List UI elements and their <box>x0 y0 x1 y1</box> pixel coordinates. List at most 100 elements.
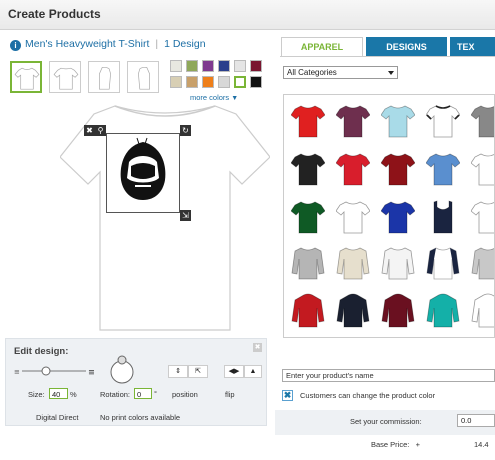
shirt-thumbnail <box>470 201 494 234</box>
product-name-field[interactable]: Enter your product's name <box>282 369 495 382</box>
shirt-thumbnail <box>471 293 494 328</box>
product-info-row: i Men's Heavyweight T-Shirt | 1 Design <box>10 38 206 52</box>
shirt-thumbnail <box>336 247 370 280</box>
size-input[interactable]: 40 <box>49 388 68 399</box>
resize-handle-icon[interactable]: ⇲ <box>180 210 191 221</box>
astronaut-helmet-graphic <box>120 137 166 200</box>
catalog-item[interactable] <box>426 293 460 329</box>
commission-input[interactable]: 0.0 <box>457 414 495 427</box>
shirt-thumbnail <box>290 153 326 186</box>
delete-design-icon[interactable]: ✖ <box>84 125 95 136</box>
catalog-item[interactable] <box>335 103 371 139</box>
color-swatch[interactable] <box>218 60 230 72</box>
position-center-icon[interactable]: ⇕ <box>168 365 188 378</box>
shirt-thumbnail <box>335 201 371 234</box>
color-swatch[interactable] <box>218 76 230 88</box>
zoom-icon[interactable]: ⚲ <box>95 125 106 136</box>
catalog-item[interactable] <box>380 199 416 235</box>
shirt-thumbnail <box>380 153 416 186</box>
position-label: position <box>172 390 198 399</box>
design-count-link[interactable]: 1 Design <box>164 38 205 50</box>
catalog-item[interactable] <box>470 151 494 187</box>
customers-change-color-checkbox[interactable]: ✖ <box>282 390 293 401</box>
catalog-item[interactable] <box>290 103 326 139</box>
commission-label: Set your commission: <box>350 417 422 426</box>
shirt-thumbnail <box>380 201 416 234</box>
catalog-item[interactable] <box>291 245 325 281</box>
catalog-item[interactable] <box>470 103 494 139</box>
product-name-link[interactable]: Men's Heavyweight T-Shirt <box>25 38 149 50</box>
color-swatch[interactable] <box>170 76 182 88</box>
catalog-item[interactable] <box>290 199 326 235</box>
rotation-dial[interactable] <box>107 354 137 384</box>
print-method: Digital Direct <box>36 413 79 422</box>
color-swatch[interactable] <box>186 60 198 72</box>
shirt-thumbnail <box>433 200 453 234</box>
shirt-thumbnail <box>291 247 325 280</box>
catalog-item[interactable] <box>471 245 494 281</box>
product-catalog-grid[interactable] <box>283 94 495 338</box>
color-swatch[interactable] <box>202 60 214 72</box>
svg-text:≡: ≡ <box>14 368 20 376</box>
shirt-thumbnail <box>470 105 494 138</box>
catalog-item[interactable] <box>290 151 326 187</box>
color-swatch[interactable] <box>234 76 246 88</box>
customers-change-color-label: Customers can change the product color <box>300 391 436 400</box>
shirt-thumbnail <box>425 105 461 138</box>
catalog-item[interactable] <box>380 151 416 187</box>
shirt-thumbnail <box>335 153 371 186</box>
position-corner-icon[interactable]: ⇱ <box>188 365 208 378</box>
view-thumb-right[interactable] <box>127 61 159 93</box>
catalog-item[interactable] <box>336 293 370 329</box>
color-swatch[interactable] <box>186 76 198 88</box>
design-artwork[interactable] <box>109 136 177 210</box>
color-swatch[interactable] <box>202 76 214 88</box>
catalog-item[interactable] <box>335 199 371 235</box>
color-swatch[interactable] <box>234 60 246 72</box>
shirt-thumbnail <box>291 293 325 328</box>
close-icon[interactable]: ✖ <box>253 343 262 352</box>
flip-vertical-icon[interactable]: ▲ <box>244 365 262 378</box>
flip-label: flip <box>225 390 235 399</box>
view-thumb-back[interactable] <box>49 61 81 93</box>
svg-text:≡: ≡ <box>88 368 94 376</box>
print-colors-note: No print colors available <box>100 413 181 422</box>
shirt-thumbnail <box>426 247 460 280</box>
shirt-thumbnail <box>290 105 326 138</box>
shirt-thumbnail <box>380 105 416 138</box>
color-swatch[interactable] <box>250 76 262 88</box>
color-swatch[interactable] <box>170 60 182 72</box>
catalog-item[interactable] <box>380 103 416 139</box>
view-thumb-front[interactable] <box>10 61 42 93</box>
catalog-item[interactable] <box>425 103 461 139</box>
base-price-label: Base Price: + <box>371 440 421 449</box>
catalog-item[interactable] <box>291 293 325 329</box>
edit-design-title: Edit design: <box>14 346 69 357</box>
tab-designs[interactable]: DESIGNS <box>366 37 447 56</box>
flip-horizontal-icon[interactable]: ◀▶ <box>224 365 244 378</box>
tab-apparel[interactable]: APPAREL <box>281 37 363 57</box>
shirt-thumbnail <box>425 153 461 186</box>
shirt-thumbnail <box>381 247 415 280</box>
catalog-item[interactable] <box>470 199 494 235</box>
page-title: Create Products <box>8 7 101 21</box>
tab-divider <box>280 56 495 57</box>
catalog-item[interactable] <box>381 245 415 281</box>
info-icon[interactable]: i <box>10 40 21 51</box>
tab-text[interactable]: TEX <box>450 37 495 56</box>
separator: | <box>155 38 159 50</box>
catalog-item[interactable] <box>471 293 494 329</box>
catalog-item[interactable] <box>336 245 370 281</box>
catalog-item[interactable] <box>426 199 460 235</box>
view-thumb-left[interactable] <box>88 61 120 93</box>
catalog-item[interactable] <box>425 151 461 187</box>
rotation-input[interactable]: 0 <box>134 388 152 399</box>
catalog-item[interactable] <box>426 245 460 281</box>
color-swatch[interactable] <box>250 60 262 72</box>
category-select[interactable]: All Categories <box>283 66 398 79</box>
catalog-item[interactable] <box>335 151 371 187</box>
rotate-icon[interactable]: ↻ <box>180 125 191 136</box>
more-colors-link[interactable]: more colors ▼ <box>190 93 238 102</box>
catalog-item[interactable] <box>381 293 415 329</box>
size-slider[interactable]: ≡ ≡ <box>14 366 96 378</box>
